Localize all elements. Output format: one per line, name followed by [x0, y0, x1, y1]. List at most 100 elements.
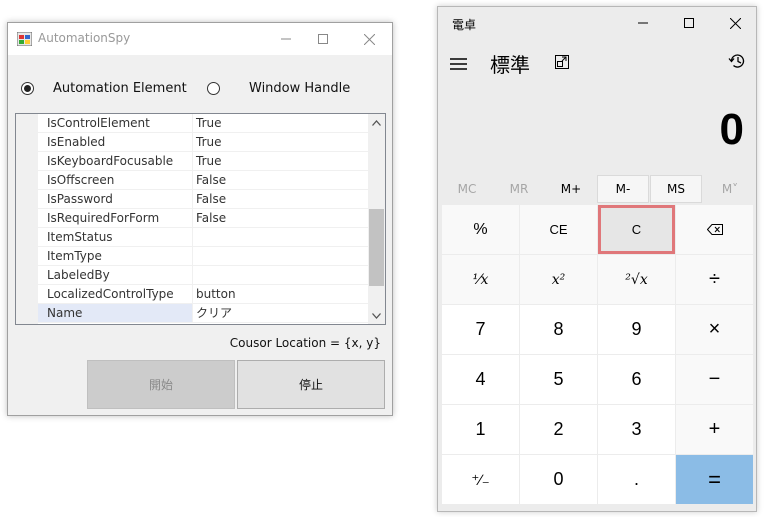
digit-1-button[interactable]: 1: [442, 405, 519, 454]
property-row[interactable]: LocalizedControlType button: [38, 285, 369, 304]
property-value: False: [196, 192, 227, 206]
minimize-button[interactable]: [620, 7, 666, 39]
property-value: True: [196, 135, 222, 149]
calc-titlebar[interactable]: 電卓: [438, 7, 756, 41]
plus-button[interactable]: +: [676, 405, 753, 454]
digit-6-button[interactable]: 6: [598, 355, 675, 404]
property-row[interactable]: Name クリア: [38, 304, 369, 323]
property-name: IsRequiredForForm: [38, 209, 193, 227]
property-value: [193, 266, 369, 284]
digit-4-button[interactable]: 4: [442, 355, 519, 404]
start-button[interactable]: 開始: [87, 360, 235, 409]
stop-button[interactable]: 停止: [237, 360, 385, 409]
reciprocal-button[interactable]: ⅟x: [442, 255, 519, 304]
property-name: IsOffscreen: [38, 171, 193, 189]
percent-button[interactable]: %: [442, 205, 519, 254]
multiply-button[interactable]: ×: [676, 305, 753, 354]
spy-titlebar[interactable]: AutomationSpy: [8, 23, 392, 55]
scroll-down-button[interactable]: [368, 307, 385, 324]
hamburger-menu-button[interactable]: [450, 55, 467, 74]
close-icon: [729, 17, 741, 29]
equals-button[interactable]: =: [676, 455, 753, 504]
property-value: button: [196, 287, 236, 301]
divide-button[interactable]: ÷: [676, 255, 753, 304]
property-row[interactable]: IsControlElement True: [38, 114, 369, 133]
property-name: IsEnabled: [38, 133, 193, 151]
square-button[interactable]: x²: [520, 255, 597, 304]
property-grid[interactable]: IsControlElement True IsEnabled True IsKeybo…: [15, 113, 386, 325]
property-row[interactable]: IsKeyboardFocusable True: [38, 152, 369, 171]
property-row[interactable]: IsPassword False: [38, 190, 369, 209]
app-icon: [17, 32, 32, 46]
property-value: [193, 247, 369, 265]
digit-7-button[interactable]: 7: [442, 305, 519, 354]
property-name: LabeledBy: [38, 266, 193, 284]
property-row[interactable]: ItemStatus: [38, 228, 369, 247]
keep-on-top-button[interactable]: [555, 54, 569, 73]
minimize-icon: [638, 22, 648, 24]
scroll-up-button[interactable]: [368, 114, 385, 131]
property-rows: IsControlElement True IsEnabled True IsKeybo…: [38, 114, 369, 323]
radio-label: Window Handle: [249, 80, 351, 96]
radio-unselected-icon[interactable]: [207, 81, 220, 95]
property-row[interactable]: IsOffscreen False: [38, 171, 369, 190]
digit-3-button[interactable]: 3: [598, 405, 675, 454]
history-button[interactable]: [728, 52, 746, 74]
window-title: 電卓: [452, 18, 477, 32]
close-button[interactable]: [712, 7, 758, 39]
digit-9-button[interactable]: 9: [598, 305, 675, 354]
cursor-location-label: Cousor Location = {x, y}: [229, 336, 381, 350]
digit-8-button[interactable]: 8: [520, 305, 597, 354]
property-name: ItemType: [38, 247, 193, 265]
chevron-up-icon: [372, 119, 381, 126]
square-root-button[interactable]: ²√x: [598, 255, 675, 304]
property-row[interactable]: LabeledBy: [38, 266, 369, 285]
digit-0-button[interactable]: 0: [520, 455, 597, 504]
clear-button[interactable]: C: [598, 205, 675, 254]
memory-recall-button[interactable]: MR: [493, 175, 545, 203]
minus-button[interactable]: −: [676, 355, 753, 404]
property-row[interactable]: ItemType: [38, 247, 369, 266]
mode-bar: 標準: [438, 45, 756, 81]
negate-button[interactable]: ⁺∕₋: [442, 455, 519, 504]
maximize-button[interactable]: [300, 23, 346, 55]
property-row[interactable]: IsEnabled True: [38, 133, 369, 152]
maximize-icon: [318, 34, 328, 44]
grid-gutter: [16, 114, 38, 324]
maximize-button[interactable]: [666, 7, 712, 39]
property-value: True: [196, 116, 222, 130]
calculator-window: 電卓 標準 0 MC MR M+ M- MS M˅ % CE C ⅟x x² ²…: [437, 6, 757, 512]
property-name: IsControlElement: [38, 114, 193, 132]
property-value: クリア: [196, 306, 233, 320]
property-row[interactable]: IsRequiredForForm False: [38, 209, 369, 228]
property-name: ItemStatus: [38, 228, 193, 246]
property-value: True: [196, 154, 222, 168]
digit-2-button[interactable]: 2: [520, 405, 597, 454]
backspace-icon: [706, 224, 723, 235]
radio-window-handle[interactable]: Window Handle: [207, 78, 350, 98]
decimal-button[interactable]: .: [598, 455, 675, 504]
memory-clear-button[interactable]: MC: [441, 175, 493, 203]
property-name: IsPassword: [38, 190, 193, 208]
window-title: AutomationSpy: [38, 31, 131, 45]
property-value: False: [196, 211, 227, 225]
maximize-icon: [684, 18, 694, 28]
memory-subtract-button[interactable]: M-: [597, 175, 649, 203]
close-button[interactable]: [346, 23, 392, 55]
automationspy-window: AutomationSpy Automation Element Window …: [7, 22, 393, 416]
vertical-scrollbar[interactable]: [368, 114, 385, 324]
chevron-down-icon: [372, 312, 381, 319]
radio-automation-element[interactable]: Automation Element: [21, 78, 187, 98]
memory-add-button[interactable]: M+: [545, 175, 597, 203]
radio-selected-icon[interactable]: [21, 81, 34, 95]
history-icon: [728, 54, 745, 68]
memory-list-button[interactable]: M˅: [704, 175, 756, 203]
result-display: 0: [719, 105, 744, 154]
property-value: [193, 228, 369, 246]
backspace-button[interactable]: [676, 205, 753, 254]
digit-5-button[interactable]: 5: [520, 355, 597, 404]
memory-store-button[interactable]: MS: [650, 175, 702, 203]
clear-entry-button[interactable]: CE: [520, 205, 597, 254]
radio-label: Automation Element: [53, 80, 187, 96]
scroll-thumb[interactable]: [369, 209, 384, 286]
